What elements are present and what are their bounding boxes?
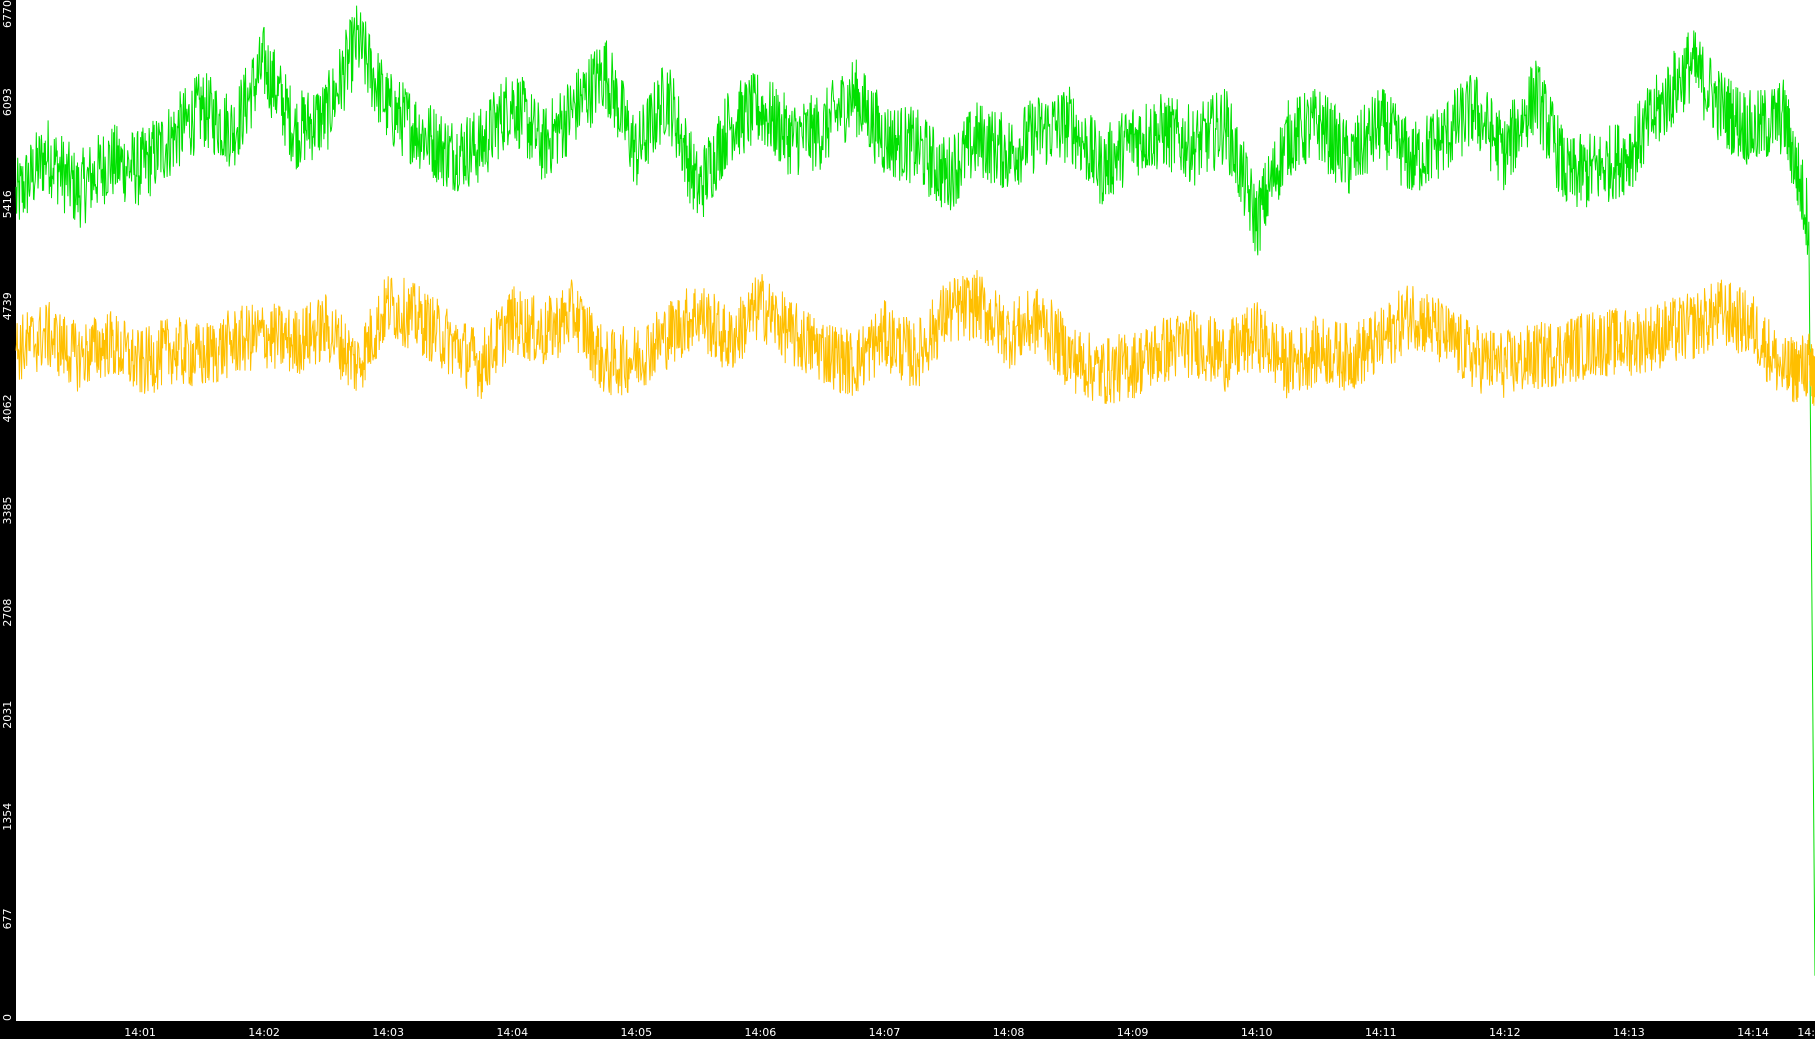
x-tick-label: 14:12 — [1489, 1026, 1521, 1039]
x-tick-label: 14:08 — [993, 1026, 1025, 1039]
y-tick-label: 4739 — [1, 292, 14, 320]
y-tick-label: 4062 — [1, 394, 14, 422]
y-tick-label: 677 — [1, 908, 14, 929]
x-tick-label: 14:09 — [1117, 1026, 1149, 1039]
y-tick-label: 5416 — [1, 190, 14, 218]
x-tick-label: 14:07 — [869, 1026, 901, 1039]
y-tick-label: 1354 — [1, 803, 14, 831]
y-tick-label: 2031 — [1, 701, 14, 729]
x-tick-label: 14:10 — [1241, 1026, 1273, 1039]
y-tick-label: 2708 — [1, 599, 14, 627]
x-tick-label: 14:06 — [745, 1026, 777, 1039]
y-axis: 0 677 1354 2031 2708 3385 4062 4739 5416 6093 6770 — [1, 0, 14, 1021]
x-tick-label: 14:01 — [124, 1026, 156, 1039]
x-tick-label: 14:13 — [1613, 1026, 1645, 1039]
x-tick-label: 14:03 — [372, 1026, 404, 1039]
chart-root: 0 677 1354 2031 2708 3385 4062 4739 5416 6093 6770… — [0, 0, 1815, 1039]
y-tick-label: 0 — [1, 1014, 14, 1021]
x-tick-label: 14: — [1797, 1026, 1815, 1039]
y-tick-label: 6770 — [1, 0, 14, 28]
y-tick-label: 3385 — [1, 497, 14, 525]
x-tick-label: 14:11 — [1365, 1026, 1397, 1039]
x-axis: 14:01 14:02 14:03 14:04 14:05 14:06 14:07 14:08… — [124, 1026, 1815, 1039]
x-tick-label: 14:14 — [1737, 1026, 1769, 1039]
x-tick-label: 14:02 — [248, 1026, 280, 1039]
line-chart: 0 677 1354 2031 2708 3385 4062 4739 5416 6093 6770… — [1, 0, 1815, 1039]
x-tick-label: 14:04 — [496, 1026, 528, 1039]
y-tick-label: 6093 — [1, 88, 14, 116]
x-tick-label: 14:05 — [620, 1026, 652, 1039]
